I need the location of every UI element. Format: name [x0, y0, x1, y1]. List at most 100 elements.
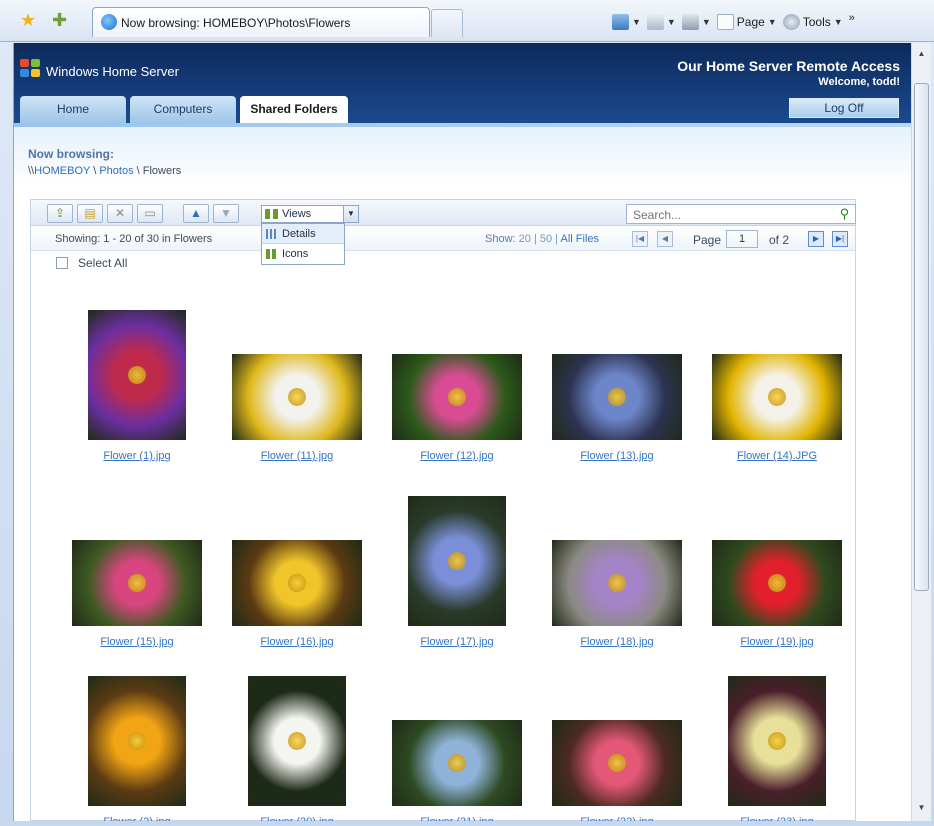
- home-button[interactable]: ▼: [612, 14, 641, 30]
- thumbnail-item[interactable]: Flower (23).jpg: [697, 666, 857, 821]
- tab-computers[interactable]: Computers: [130, 96, 236, 123]
- first-page-button[interactable]: |◀: [632, 231, 648, 247]
- file-name-link[interactable]: Flower (16).jpg: [217, 636, 377, 648]
- file-name-link[interactable]: Flower (2).jpg: [57, 816, 217, 821]
- file-name-link[interactable]: Flower (23).jpg: [697, 816, 857, 821]
- file-name-link[interactable]: Flower (18).jpg: [537, 636, 697, 648]
- breadcrumb-server-link[interactable]: HOMEBOY: [34, 165, 90, 177]
- thumbnail-item[interactable]: Flower (22).jpg: [537, 666, 697, 821]
- photo-thumbnail[interactable]: [248, 676, 346, 806]
- search-input[interactable]: Search... ⚲: [626, 204, 856, 224]
- icons-view-icon: [266, 249, 277, 259]
- photo-thumbnail[interactable]: [712, 540, 842, 626]
- flower-center-shape: [448, 754, 466, 772]
- photo-thumbnail[interactable]: [712, 354, 842, 440]
- thumbnail-item[interactable]: Flower (21).jpg: [377, 666, 537, 821]
- vertical-scrollbar[interactable]: ▲ ▼: [911, 43, 931, 821]
- show-20-link[interactable]: 20: [519, 233, 531, 245]
- thumbnail-item[interactable]: Flower (1).jpg: [57, 300, 217, 470]
- file-name-link[interactable]: Flower (19).jpg: [697, 636, 857, 648]
- last-page-button[interactable]: ▶|: [832, 231, 848, 247]
- feeds-button[interactable]: ▼: [646, 14, 676, 30]
- thumbnail-item[interactable]: Flower (20).jpg: [217, 666, 377, 821]
- flower-center-shape: [768, 574, 786, 592]
- photo-thumbnail[interactable]: [72, 540, 202, 626]
- page-total: of 2: [769, 233, 790, 247]
- scroll-down-arrow-icon[interactable]: ▼: [915, 801, 928, 815]
- rename-icon: ▭: [144, 206, 156, 220]
- file-name-link[interactable]: Flower (11).jpg: [217, 450, 377, 462]
- thumbnail-item[interactable]: Flower (17).jpg: [377, 486, 537, 656]
- photo-thumbnail[interactable]: [88, 676, 186, 806]
- thumbnail-item[interactable]: Flower (2).jpg: [57, 666, 217, 821]
- photo-thumbnail[interactable]: [552, 354, 682, 440]
- thumbnail-item[interactable]: Flower (11).jpg: [217, 300, 377, 470]
- download-button[interactable]: ▤: [77, 204, 103, 223]
- tools-menu[interactable]: Tools ▼: [782, 14, 843, 30]
- print-button[interactable]: ▼: [681, 14, 711, 30]
- photo-thumbnail[interactable]: [232, 540, 362, 626]
- file-name-link[interactable]: Flower (14).JPG: [697, 450, 857, 462]
- thumbnail-item[interactable]: Flower (19).jpg: [697, 486, 857, 656]
- photo-thumbnail[interactable]: [88, 310, 186, 440]
- file-name-link[interactable]: Flower (21).jpg: [377, 816, 537, 821]
- file-name-link[interactable]: Flower (15).jpg: [57, 636, 217, 648]
- photo-thumbnail[interactable]: [392, 354, 522, 440]
- photo-thumbnail[interactable]: [728, 676, 826, 806]
- move-down-button[interactable]: ▼: [213, 204, 239, 223]
- thumbnail-item[interactable]: Flower (18).jpg: [537, 486, 697, 656]
- file-name-link[interactable]: Flower (20).jpg: [217, 816, 377, 821]
- scroll-up-arrow-icon[interactable]: ▲: [915, 47, 928, 61]
- thumbnail-item[interactable]: Flower (16).jpg: [217, 486, 377, 656]
- show-all-files-link[interactable]: All Files: [561, 233, 600, 245]
- page-size-options: Show: 20 | 50 | All Files: [485, 233, 599, 245]
- tab-home[interactable]: Home: [20, 96, 126, 123]
- thumbnail-item[interactable]: Flower (13).jpg: [537, 300, 697, 470]
- upload-icon: ⇪: [54, 206, 66, 220]
- breadcrumb-photos-link[interactable]: Photos: [99, 165, 133, 177]
- file-name-link[interactable]: Flower (12).jpg: [377, 450, 537, 462]
- flower-center-shape: [448, 388, 466, 406]
- file-browser-panel: ⇪ ▤ ✕ ▭ ▲ ▼ Views ▼ Search... ⚲ Details …: [30, 199, 856, 821]
- move-up-button[interactable]: ▲: [183, 204, 209, 223]
- add-favorite-icon[interactable]: ✚: [52, 10, 67, 30]
- delete-button[interactable]: ✕: [107, 204, 133, 223]
- file-name-link[interactable]: Flower (22).jpg: [537, 816, 697, 821]
- file-name-link[interactable]: Flower (13).jpg: [537, 450, 697, 462]
- flower-center-shape: [608, 388, 626, 406]
- toolbar-overflow-icon[interactable]: »: [849, 12, 855, 24]
- rename-button[interactable]: ▭: [137, 204, 163, 223]
- show-50-link[interactable]: 50: [540, 233, 552, 245]
- showing-count: Showing: 1 - 20 of 30 in Flowers: [55, 233, 213, 245]
- chevron-down-icon: ▼: [833, 17, 843, 27]
- favorites-star-icon[interactable]: ★: [20, 10, 36, 30]
- thumbnail-item[interactable]: Flower (12).jpg: [377, 300, 537, 470]
- photo-thumbnail[interactable]: [392, 720, 522, 806]
- page-menu[interactable]: Page ▼: [716, 14, 777, 30]
- page-number-input[interactable]: 1: [726, 230, 758, 248]
- thumbnail-item[interactable]: Flower (15).jpg: [57, 486, 217, 656]
- listing-info-bar: Showing: 1 - 20 of 30 in Flowers Show: 2…: [31, 227, 855, 251]
- file-name-link[interactable]: Flower (17).jpg: [377, 636, 537, 648]
- views-dropdown[interactable]: Views ▼: [261, 205, 359, 223]
- tab-shared-folders[interactable]: Shared Folders: [240, 96, 348, 123]
- next-page-button[interactable]: ▶: [808, 231, 824, 247]
- views-option-details[interactable]: Details: [262, 224, 344, 244]
- scrollbar-thumb[interactable]: [914, 83, 929, 591]
- printer-icon: [681, 14, 699, 30]
- photo-thumbnail[interactable]: [552, 720, 682, 806]
- previous-page-button[interactable]: ◀: [657, 231, 673, 247]
- chevron-down-icon[interactable]: ▼: [343, 205, 359, 223]
- photo-thumbnail[interactable]: [232, 354, 362, 440]
- photo-thumbnail[interactable]: [552, 540, 682, 626]
- log-off-button[interactable]: Log Off: [789, 98, 899, 118]
- upload-button[interactable]: ⇪: [47, 204, 73, 223]
- browser-tab[interactable]: Now browsing: HOMEBOY\Photos\Flowers: [92, 7, 430, 37]
- new-tab-button[interactable]: [431, 9, 463, 37]
- views-option-icons[interactable]: Icons: [262, 244, 344, 264]
- thumbnail-item[interactable]: Flower (14).JPG: [697, 300, 857, 470]
- search-icon[interactable]: ⚲: [836, 206, 853, 222]
- select-all-checkbox[interactable]: [56, 257, 68, 269]
- photo-thumbnail[interactable]: [408, 496, 506, 626]
- file-name-link[interactable]: Flower (1).jpg: [57, 450, 217, 462]
